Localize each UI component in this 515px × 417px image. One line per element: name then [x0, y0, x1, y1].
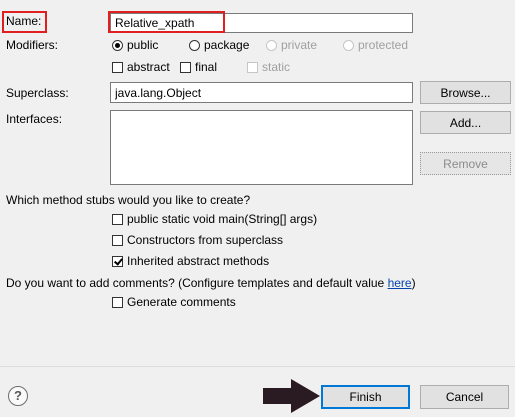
superclass-label: Superclass: — [6, 86, 69, 100]
abstract-checkbox[interactable] — [112, 62, 123, 73]
inherited-methods-checkbox[interactable] — [112, 256, 123, 267]
remove-interface-button: Remove — [420, 152, 511, 175]
stubs-question: Which method stubs would you like to cre… — [6, 193, 251, 207]
button-bar-separator — [0, 366, 515, 367]
cancel-button[interactable]: Cancel — [420, 385, 509, 409]
modifiers-label: Modifiers: — [6, 38, 59, 52]
main-method-label: public static void main(String[] args) — [127, 212, 318, 226]
final-checkbox[interactable] — [180, 62, 191, 73]
static-checkbox — [247, 62, 258, 73]
public-radio[interactable] — [112, 40, 123, 51]
package-label: package — [204, 38, 250, 52]
public-label: public — [127, 38, 159, 52]
name-field-highlight — [108, 11, 225, 33]
add-interface-button[interactable]: Add... — [420, 111, 511, 134]
package-radio[interactable] — [189, 40, 200, 51]
static-label: static — [262, 60, 291, 74]
comments-question-close: ) — [411, 276, 416, 290]
configure-templates-link[interactable]: here — [388, 276, 412, 290]
protected-radio — [343, 40, 354, 51]
generate-comments-checkbox[interactable] — [112, 297, 123, 308]
main-method-checkbox[interactable] — [112, 214, 123, 225]
help-icon[interactable]: ? — [8, 386, 28, 406]
comments-question-text: Do you want to add comments? (Configure … — [6, 276, 388, 290]
name-label-highlight — [2, 11, 47, 33]
inherited-methods-label: Inherited abstract methods — [127, 254, 270, 268]
superclass-field[interactable] — [110, 82, 413, 103]
private-radio — [266, 40, 277, 51]
comments-question: Do you want to add comments? (Configure … — [6, 276, 416, 291]
finish-button[interactable]: Finish — [321, 385, 410, 409]
interfaces-list[interactable] — [110, 110, 413, 185]
abstract-label: abstract — [127, 60, 170, 74]
generate-comments-label: Generate comments — [127, 295, 236, 309]
browse-button[interactable]: Browse... — [420, 81, 511, 104]
final-label: final — [195, 60, 218, 74]
arrow-right-icon — [263, 379, 320, 413]
constructors-checkbox[interactable] — [112, 235, 123, 246]
private-label: private — [281, 38, 318, 52]
constructors-label: Constructors from superclass — [127, 233, 284, 247]
interfaces-label: Interfaces: — [6, 112, 63, 126]
protected-label: protected — [358, 38, 409, 52]
